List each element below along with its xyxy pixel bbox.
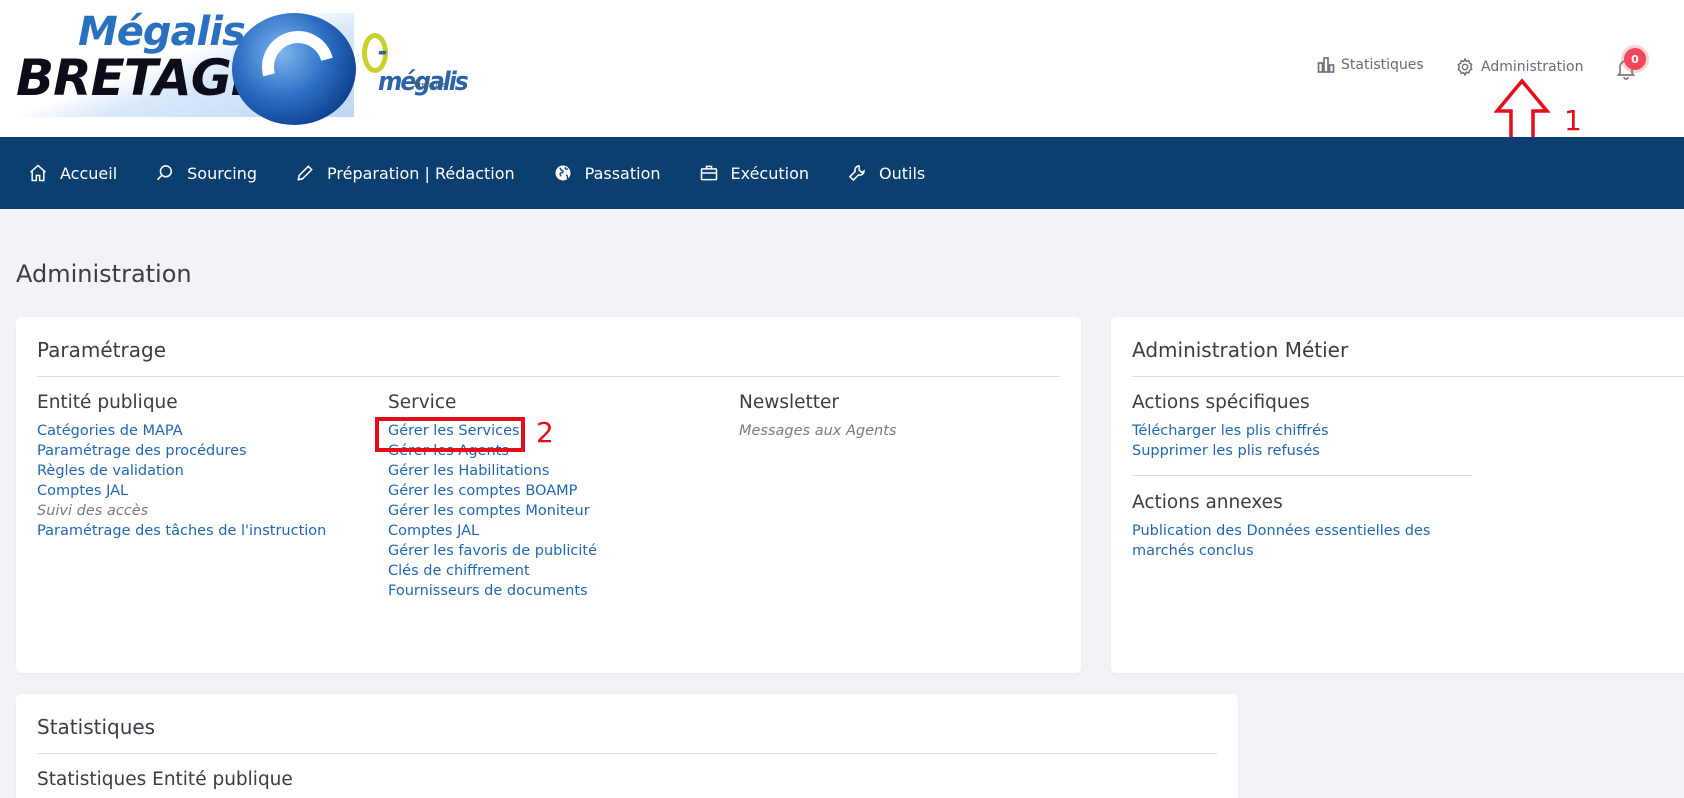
suivi-acces-text: Suivi des accès: [37, 503, 149, 519]
megalis-bretagne-logo[interactable]: Mégalis BRETAGNE -mégalis Bretagne: [8, 9, 469, 125]
link-gerer-habilitations[interactable]: Gérer les Habilitations: [388, 461, 597, 481]
annotation-highlight-box: [375, 417, 525, 452]
administration-metier-card: Administration Métier Actions spécifique…: [1111, 317, 1684, 673]
administration-metier-title: Administration Métier: [1132, 338, 1349, 362]
nav-label: Exécution: [730, 163, 810, 183]
link-comptes-jal[interactable]: Comptes JAL: [37, 481, 326, 501]
service-title: Service: [388, 392, 457, 413]
annotation-step-1: 1: [1564, 104, 1582, 137]
actions-annexes-title: Actions annexes: [1132, 492, 1283, 513]
link-gerer-comptes-moniteur[interactable]: Gérer les comptes Moniteur: [388, 501, 597, 521]
gear-icon: [1457, 57, 1473, 77]
statistiques-title: Statistiques: [37, 715, 156, 739]
search-icon: [157, 165, 173, 181]
page-title: Administration: [16, 260, 192, 288]
logo-globe-icon: [232, 13, 356, 125]
link-regles-validation[interactable]: Règles de validation: [37, 461, 326, 481]
statistiques-card: Statistiques Statistiques Entité publiqu…: [16, 694, 1238, 798]
link-supprimer-plis-refuses[interactable]: Supprimer les plis refusés: [1132, 441, 1472, 461]
newsletter-title: Newsletter: [739, 392, 840, 413]
divider: [37, 753, 1217, 754]
link-gerer-favoris-publicite[interactable]: Gérer les favoris de publicité: [388, 541, 597, 561]
statistiques-link[interactable]: Statistiques: [1317, 56, 1424, 74]
nav-item-execution[interactable]: Exécution: [699, 163, 810, 183]
actions-specifiques-column: Actions spécifiques Télécharger les plis…: [1132, 392, 1472, 461]
link-fournisseurs-documents[interactable]: Fournisseurs de documents: [388, 581, 597, 601]
globe-icon: [555, 165, 571, 181]
bar-chart-icon: [1317, 57, 1335, 73]
nav-label: Passation: [584, 163, 661, 183]
pencil-icon: [297, 165, 313, 181]
actions-annexes-column: Actions annexes Publication des Données …: [1132, 492, 1432, 561]
wrench-icon: [848, 165, 865, 182]
nav-label: Outils: [879, 163, 926, 183]
entite-publique-column: Entité publique Catégories de MAPA Param…: [37, 392, 326, 541]
nav-item-accueil[interactable]: Accueil: [28, 163, 117, 183]
statistiques-entite-column: Statistiques Entité publique: [37, 769, 293, 798]
link-publication-donnees-essentielles[interactable]: Publication des Données essentielles des…: [1132, 521, 1432, 561]
e-megalis-logo: -mégalis Bretagne: [362, 27, 469, 97]
home-icon: [30, 164, 46, 182]
nav-item-sourcing[interactable]: Sourcing: [155, 163, 257, 183]
statistiques-link-label: Statistiques: [1341, 57, 1424, 73]
nav-item-preparation-redaction[interactable]: Préparation | Rédaction: [295, 163, 515, 183]
nav-label: Sourcing: [187, 163, 257, 183]
parametrage-title: Paramétrage: [37, 338, 167, 362]
link-gerer-comptes-boamp[interactable]: Gérer les comptes BOAMP: [388, 481, 597, 501]
nav-label: Accueil: [60, 163, 118, 183]
link-parametrage-procedures[interactable]: Paramétrage des procédures: [37, 441, 326, 461]
messages-agents-text: Messages aux Agents: [739, 423, 897, 439]
link-categories-mapa[interactable]: Catégories de MAPA: [37, 421, 326, 441]
link-comptes-jal-service[interactable]: Comptes JAL: [388, 521, 597, 541]
entite-publique-title: Entité publique: [37, 392, 178, 413]
statistiques-entite-title: Statistiques Entité publique: [37, 769, 293, 790]
main-navigation: Accueil Sourcing Préparation | Rédaction…: [0, 137, 1684, 209]
link-cles-chiffrement[interactable]: Clés de chiffrement: [388, 561, 597, 581]
briefcase-icon: [700, 165, 717, 181]
nav-item-passation[interactable]: Passation: [553, 163, 661, 183]
notification-badge: 0: [1624, 48, 1646, 70]
divider: [37, 376, 1060, 377]
e-megalis-subtext: Bretagne: [414, 81, 447, 89]
nav-label: Préparation | Rédaction: [327, 163, 515, 183]
administration-link-label: Administration: [1481, 59, 1584, 75]
administration-link[interactable]: Administration: [1455, 57, 1583, 77]
newsletter-column: Newsletter Messages aux Agents: [739, 392, 896, 441]
link-telecharger-plis-chiffres[interactable]: Télécharger les plis chiffrés: [1132, 421, 1472, 441]
link-parametrage-taches-instruction[interactable]: Paramétrage des tâches de l'instruction: [37, 521, 326, 541]
nav-item-outils[interactable]: Outils: [847, 163, 925, 183]
top-header: Mégalis BRETAGNE -mégalis Bretagne Stati…: [0, 0, 1684, 151]
annotation-step-2: 2: [536, 416, 554, 449]
parametrage-card: Paramétrage Entité publique Catégories d…: [16, 317, 1081, 673]
actions-specifiques-title: Actions spécifiques: [1132, 392, 1310, 413]
divider: [1132, 376, 1684, 377]
divider: [1132, 475, 1472, 476]
